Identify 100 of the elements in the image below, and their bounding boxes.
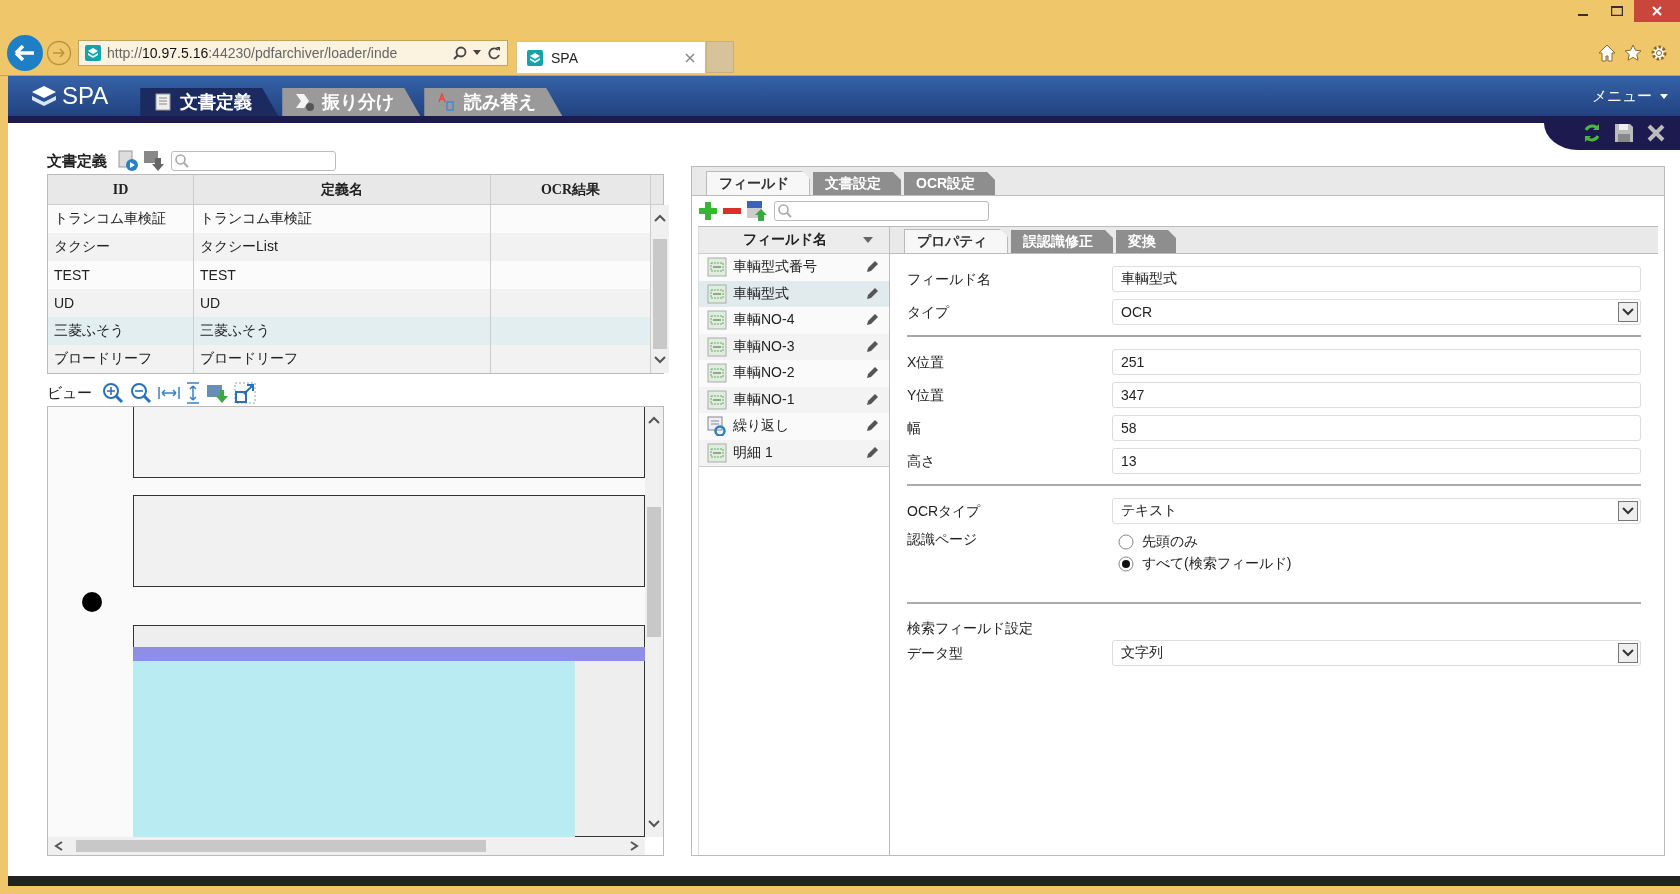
dropdown[interactable]: OCR <box>1112 299 1641 325</box>
dropdown[interactable]: 文字列 <box>1112 640 1641 666</box>
close-icon[interactable] <box>1646 123 1666 143</box>
star-icon[interactable] <box>1624 44 1642 62</box>
field-list-item[interactable]: 繰り返し <box>699 413 889 440</box>
tab-title: SPA <box>551 49 579 66</box>
radio-button[interactable] <box>1118 534 1134 550</box>
refresh-icon[interactable] <box>1582 123 1602 143</box>
home-icon[interactable] <box>1598 44 1616 62</box>
pencil-icon[interactable] <box>865 419 879 434</box>
table-cell: ブロードリーフ <box>48 345 194 373</box>
search-field[interactable] <box>774 201 989 221</box>
field-label: X位置 <box>907 353 946 372</box>
field-label: タイプ <box>907 303 951 322</box>
scrollbar-thumb[interactable] <box>653 239 667 349</box>
input-field[interactable]: 251 <box>1112 349 1641 375</box>
field-list-item[interactable]: 車輌型式 <box>699 280 889 307</box>
tab-icon <box>296 93 315 111</box>
section-title: ビュー <box>47 383 92 403</box>
input-field[interactable]: 347 <box>1112 382 1641 408</box>
table-row[interactable]: ブロードリーフ ブロードリーフ <box>48 345 651 373</box>
column-header[interactable]: OCR結果 <box>491 175 651 204</box>
pencil-icon[interactable] <box>865 313 879 328</box>
zoom-in-icon[interactable] <box>102 382 124 404</box>
close-button[interactable] <box>1634 0 1680 22</box>
text-field-icon <box>707 336 727 357</box>
back-icon[interactable] <box>6 34 44 72</box>
chevron-down-icon <box>1622 649 1634 657</box>
menu-button[interactable]: メニュー <box>1592 86 1680 106</box>
field-label: 幅 <box>907 419 922 438</box>
zoom-out-icon[interactable] <box>130 382 152 404</box>
search-field[interactable] <box>171 151 336 171</box>
caret-icon <box>1660 93 1668 99</box>
section-title: 文書定義 <box>47 151 107 171</box>
fit-width-icon[interactable] <box>158 386 180 400</box>
pencil-icon[interactable] <box>865 286 879 301</box>
field-label: 高さ <box>907 452 936 471</box>
address-url: http://10.97.5.16:44230/pdfarchiver/loader/inde <box>107 45 399 61</box>
chevron-down-icon <box>1622 507 1634 515</box>
column-header[interactable]: 定義名 <box>194 175 491 204</box>
scrollbar-thumb[interactable] <box>76 840 486 852</box>
radio-option[interactable]: 先頭のみ <box>1118 533 1641 551</box>
pencil-icon[interactable] <box>865 392 879 407</box>
search-icon[interactable] <box>453 46 467 60</box>
text-field-icon <box>707 363 727 384</box>
radio-button[interactable] <box>1118 556 1134 572</box>
table-row[interactable]: タクシー タクシーList <box>48 233 651 261</box>
table-row[interactable]: TEST TEST <box>48 261 651 289</box>
input-field[interactable]: 13 <box>1112 448 1641 474</box>
scrollbar-thumb[interactable] <box>647 507 661 637</box>
expand-icon[interactable] <box>234 382 256 404</box>
download-icon[interactable] <box>143 150 165 172</box>
image-export-icon[interactable] <box>206 382 228 404</box>
pencil-icon[interactable] <box>865 339 879 354</box>
scrollbar[interactable] <box>651 205 669 373</box>
pencil-icon[interactable] <box>865 260 879 275</box>
app-tab[interactable]: 文書定義 <box>140 88 279 116</box>
panel-tab[interactable]: フィールド <box>706 171 810 195</box>
address-bar[interactable]: http://10.97.5.16:44230/pdfarchiver/loader/inde <box>78 40 508 66</box>
add-icon[interactable] <box>698 201 718 221</box>
import-icon[interactable] <box>746 200 768 222</box>
table-cell: ブロードリーフ <box>194 345 491 373</box>
column-header[interactable]: ID <box>48 175 194 204</box>
field-list-item[interactable]: 車輌NO-1 <box>699 386 889 413</box>
pencil-icon[interactable] <box>865 366 879 381</box>
input-field[interactable]: 車輌型式 <box>1112 266 1641 292</box>
browser-tab[interactable]: SPA <box>516 41 706 73</box>
logo-icon <box>30 84 58 108</box>
table-row[interactable]: UD UD <box>48 289 651 317</box>
site-icon <box>527 49 543 66</box>
save-icon[interactable] <box>1614 123 1634 143</box>
tab-icon <box>438 93 457 111</box>
tab-icon <box>154 93 173 111</box>
scrollbar[interactable] <box>645 407 663 837</box>
scrollbar[interactable] <box>48 837 645 855</box>
field-list-item[interactable]: 車輌型式番号 <box>699 254 889 281</box>
field-list-item[interactable]: 車輌NO-2 <box>699 360 889 387</box>
text-field-icon <box>707 257 727 278</box>
field-list-item[interactable]: 車輌NO-3 <box>699 333 889 360</box>
input-field[interactable]: 58 <box>1112 415 1641 441</box>
fit-height-icon[interactable] <box>186 382 200 404</box>
refresh-icon[interactable] <box>487 46 501 60</box>
maximize-icon <box>1611 6 1623 16</box>
field-list-item[interactable]: 車輌NO-4 <box>699 307 889 334</box>
dropdown[interactable]: テキスト <box>1112 498 1641 524</box>
caret-icon[interactable] <box>473 50 481 56</box>
chevron-down-icon <box>1622 308 1634 316</box>
panel-tab[interactable]: プロパティ <box>904 229 1008 253</box>
settings-icon[interactable] <box>1650 44 1668 62</box>
section-heading: 検索フィールド設定 <box>907 619 1034 638</box>
field-label: データ型 <box>907 644 964 663</box>
table-row[interactable]: 三菱ふそう 三菱ふそう <box>48 317 651 345</box>
pencil-icon[interactable] <box>865 445 879 460</box>
field-list-item[interactable]: 明細 1 <box>699 439 889 466</box>
run-icon[interactable] <box>117 150 139 172</box>
radio-option[interactable]: すべて(検索フィールド) <box>1118 555 1641 573</box>
table-row[interactable]: トランコム車検証 トランコム車検証 <box>48 205 651 233</box>
text-field-icon <box>707 389 727 410</box>
column-header[interactable]: フィールド名 <box>699 227 889 254</box>
field-label: 認識ページ <box>907 531 978 549</box>
